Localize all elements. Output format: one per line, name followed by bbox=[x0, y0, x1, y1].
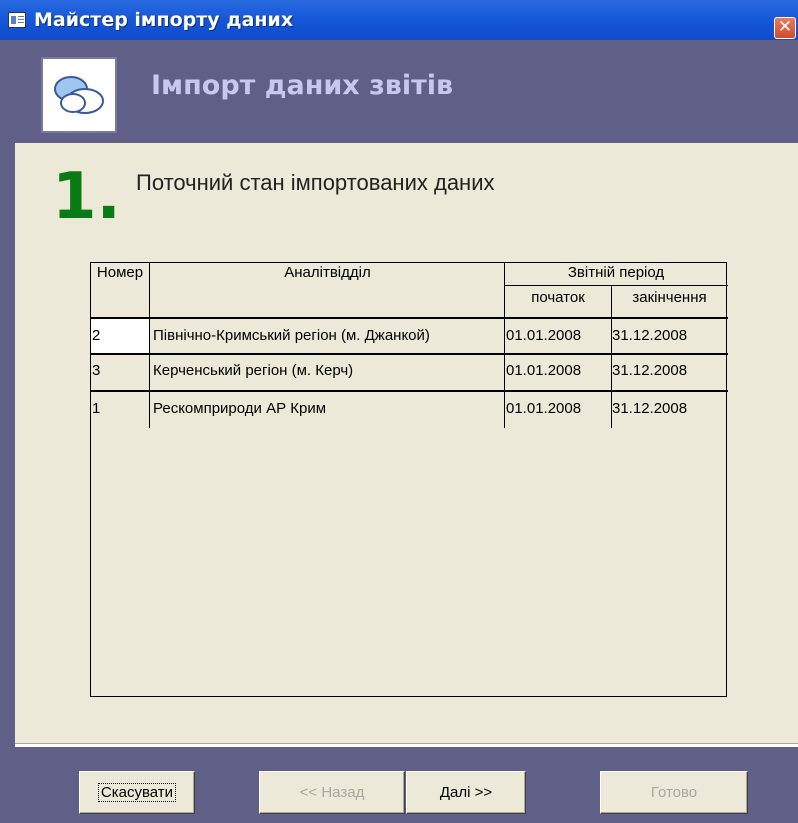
cancel-button-label: Скасувати bbox=[97, 783, 177, 802]
column-header-department: Аналітвідділ bbox=[284, 264, 371, 281]
form-icon bbox=[8, 12, 26, 28]
row-end-date[interactable]: 31.12.2008 bbox=[612, 393, 687, 425]
cancel-button[interactable]: Скасувати bbox=[79, 771, 195, 814]
separator bbox=[15, 743, 798, 747]
row-end-date[interactable]: 31.12.2008 bbox=[612, 355, 687, 387]
clouds-icon bbox=[41, 57, 117, 133]
row-department[interactable]: Північно-Кримський регіон (м. Джанкой) bbox=[153, 320, 430, 352]
row-number[interactable]: 3 bbox=[92, 355, 100, 387]
column-header-start: початок bbox=[531, 289, 585, 306]
window-title: Майстер імпорту даних bbox=[34, 9, 294, 31]
column-header-number: Номер bbox=[96, 264, 144, 281]
row-number[interactable]: 1 bbox=[92, 393, 100, 425]
title-bar[interactable]: Майстер імпорту даних ✕ bbox=[0, 0, 798, 40]
step-number: 1. bbox=[52, 160, 121, 234]
import-status-table: Номер Аналітвідділ Звітній період почато… bbox=[90, 262, 728, 697]
column-header-period: Звітній період bbox=[567, 264, 665, 281]
row-department[interactable]: Рескомприроди АР Крим bbox=[153, 393, 326, 425]
row-start-date[interactable]: 01.01.2008 bbox=[506, 355, 581, 387]
row-start-date[interactable]: 01.01.2008 bbox=[506, 320, 581, 352]
step-description: Поточний стан імпортованих даних bbox=[136, 170, 495, 195]
page-title: Імпорт даних звітів bbox=[151, 70, 454, 101]
finish-button[interactable]: Готово bbox=[600, 771, 748, 814]
next-button[interactable]: Далі >> bbox=[406, 771, 526, 814]
close-button[interactable]: ✕ bbox=[774, 17, 796, 39]
row-start-date[interactable]: 01.01.2008 bbox=[506, 393, 581, 425]
row-end-date[interactable]: 31.12.2008 bbox=[612, 320, 687, 352]
back-button[interactable]: << Назад bbox=[259, 771, 405, 814]
column-header-end: закінчення bbox=[632, 289, 707, 306]
row-number[interactable]: 2 bbox=[92, 320, 100, 352]
wizard-window: Майстер імпорту даних ✕ Імпорт даних зві… bbox=[0, 0, 798, 823]
row-department[interactable]: Керченський регіон (м. Керч) bbox=[153, 355, 353, 387]
